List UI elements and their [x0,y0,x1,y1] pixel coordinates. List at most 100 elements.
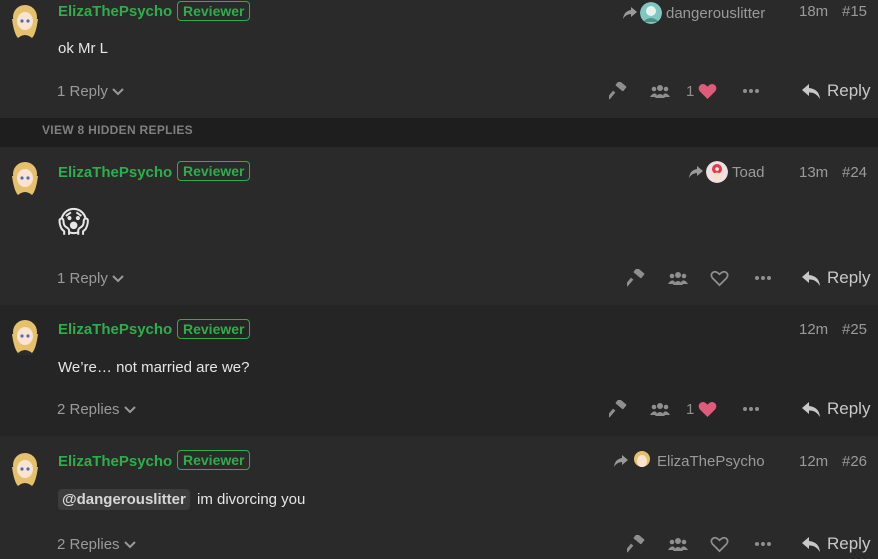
more-button[interactable] [741,399,761,419]
reply-button[interactable]: Reply [801,268,870,288]
reply-to-avatar [640,2,662,24]
like-count: 1 [686,400,695,418]
reply-arrow-icon [802,83,820,99]
heart-outline-icon [710,536,729,552]
post-actions [626,268,773,288]
post-content: @dangerouslitter im divorcing you [58,489,305,510]
group-button[interactable] [650,81,670,101]
ellipsis-icon [755,542,771,546]
heart-icon [698,401,717,417]
post-content: ok Mr L [58,40,109,57]
reply-arrow-icon [802,536,820,552]
reply-to[interactable]: ElizaThePsycho [613,450,765,472]
hammer-icon [627,269,645,287]
share-arrow-icon [689,166,703,178]
topic-page: ElizaThePsycho Reviewer dangerouslitter … [0,0,878,559]
reply-to-username: ElizaThePsycho [657,452,765,470]
like-button[interactable] [710,270,729,287]
hammer-icon [609,400,627,418]
username[interactable]: ElizaThePsycho [58,321,172,338]
replies-toggle[interactable]: 1 Reply [57,270,124,287]
group-button[interactable] [668,268,688,288]
post-actions [626,534,773,554]
post-time[interactable]: 13m [799,164,828,181]
chevron-down-icon [123,405,136,413]
ellipsis-icon [755,276,771,280]
post-text: im divorcing you [196,491,306,508]
ellipsis-icon [743,407,760,411]
like-button[interactable] [710,536,729,553]
reply-label: Reply [827,534,871,553]
chevron-down-icon [112,87,124,95]
avatar[interactable] [8,4,42,40]
reply-arrow-icon [802,401,820,417]
avatar[interactable] [8,319,42,355]
group-icon [650,85,670,98]
moderate-button[interactable] [626,534,646,554]
like-button[interactable]: 1 [686,83,717,100]
heart-outline-icon [710,270,729,286]
avatar[interactable] [8,161,42,197]
replies-toggle[interactable]: 2 Replies [57,401,136,418]
post-time[interactable]: 18m [799,3,828,20]
reply-to-username: dangerouslitter [666,4,766,22]
replies-toggle[interactable]: 1 Reply [57,83,124,100]
chevron-down-icon [112,274,124,282]
reply-button[interactable]: Reply [801,534,870,554]
view-hidden-replies[interactable]: VIEW 8 HIDDEN REPLIES [0,118,878,147]
post-25: ElizaThePsycho Reviewer 12m #25 We’re… n… [0,305,878,436]
share-arrow-icon [614,455,628,467]
username[interactable]: ElizaThePsycho [58,164,172,181]
reviewer-badge: Reviewer [177,319,251,339]
group-icon [650,403,670,416]
username[interactable]: ElizaThePsycho [58,3,172,20]
replies-count: 2 Replies [57,536,120,553]
moderate-button[interactable] [626,268,646,288]
username[interactable]: ElizaThePsycho [58,453,172,470]
ellipsis-icon [743,89,760,93]
post-number[interactable]: #24 [842,164,867,181]
hammer-icon [627,535,645,553]
reply-to-username: Toad [732,163,765,181]
group-icon [668,538,688,551]
like-count: 1 [686,82,695,100]
share-arrow-icon [623,7,637,19]
replies-count: 2 Replies [57,401,120,418]
reply-to[interactable]: Toad [688,161,765,183]
group-icon [668,272,688,285]
reviewer-badge: Reviewer [177,450,251,470]
post-content: We’re… not married are we? [58,359,250,376]
reviewer-badge: Reviewer [177,161,251,181]
replies-count: 1 Reply [57,83,108,100]
reply-button[interactable]: Reply [801,399,870,419]
reply-button[interactable]: Reply [801,81,870,101]
post-time[interactable]: 12m [799,321,828,338]
replies-toggle[interactable]: 2 Replies [57,536,136,553]
group-button[interactable] [650,399,670,419]
like-button[interactable]: 1 [686,401,717,418]
reply-to-avatar [634,451,650,472]
post-actions: 1 [608,81,761,101]
heart-icon [698,83,717,99]
more-button[interactable] [753,534,773,554]
more-button[interactable] [753,268,773,288]
post-number[interactable]: #25 [842,321,867,338]
post-actions: 1 [608,399,761,419]
post-15: ElizaThePsycho Reviewer dangerouslitter … [0,0,878,118]
user-mention[interactable]: @dangerouslitter [58,489,190,510]
hammer-icon [609,82,627,100]
avatar[interactable] [8,452,42,488]
reply-to[interactable]: dangerouslitter [622,2,765,24]
reply-arrow-icon [802,270,820,286]
reviewer-badge: Reviewer [177,1,251,21]
post-time[interactable]: 12m [799,453,828,470]
post-number[interactable]: #26 [842,453,867,470]
reply-label: Reply [827,81,871,100]
post-number[interactable]: #15 [842,3,867,20]
more-button[interactable] [741,81,761,101]
reply-label: Reply [827,399,871,418]
reply-to-avatar [706,161,728,183]
moderate-button[interactable] [608,81,628,101]
group-button[interactable] [668,534,688,554]
moderate-button[interactable] [608,399,628,419]
